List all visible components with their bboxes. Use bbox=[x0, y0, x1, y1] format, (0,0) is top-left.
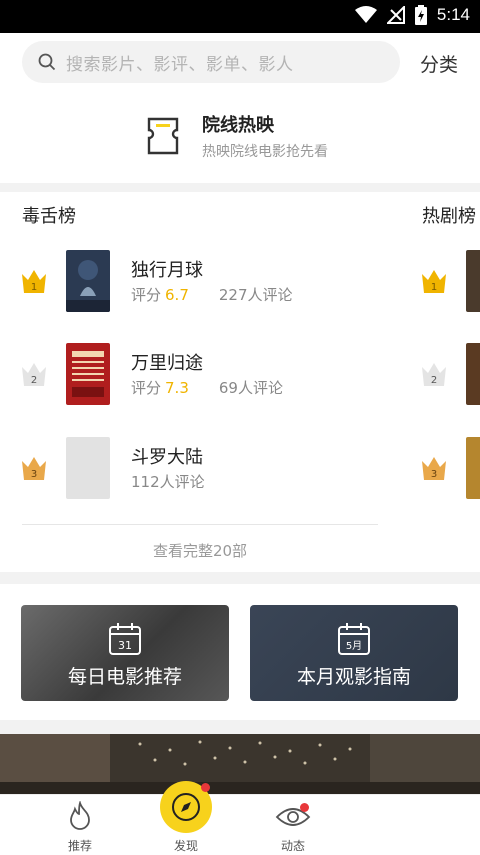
rank-lists: 毒舌榜 1 独行月球 评分 6.7 227人评论 2 万里归途 评分 7.3 69人评论… bbox=[0, 192, 480, 572]
crown-rank-number: 1 bbox=[431, 282, 437, 293]
tab-discover[interactable]: 发现 bbox=[156, 835, 216, 854]
gold-crown-icon: 1 bbox=[22, 270, 46, 293]
bronze-crown-icon: 3 bbox=[422, 457, 446, 480]
tab-label: 推荐 bbox=[67, 839, 92, 853]
movie-name: 万里归途 bbox=[131, 353, 203, 374]
status-bar: 5:14 bbox=[0, 0, 480, 33]
battery-charging-icon bbox=[414, 5, 427, 25]
cinema-title: 院线热映 bbox=[202, 115, 274, 136]
bottom-tab-bar: 推荐 发现 动态 bbox=[0, 781, 480, 855]
daily-recommendation-card[interactable]: 31 每日电影推荐 bbox=[21, 605, 229, 701]
rank-item[interactable]: 3 斗罗大陆 112人评论 bbox=[0, 437, 400, 499]
rank-item[interactable]: 2 bbox=[400, 343, 480, 405]
tab-label: 动态 bbox=[280, 839, 305, 853]
poster-image bbox=[466, 343, 480, 405]
guide-label: 本月观影指南 bbox=[296, 666, 411, 688]
crown-rank-number: 1 bbox=[31, 282, 37, 293]
calendar-icon: 31 bbox=[109, 623, 141, 655]
movie-name: 斗罗大陆 bbox=[131, 447, 203, 468]
silver-crown-icon: 2 bbox=[422, 363, 446, 386]
guide-section: 31 每日电影推荐 5月 本月观影指南 bbox=[0, 584, 480, 720]
crown-rank-number: 3 bbox=[31, 469, 37, 480]
search-placeholder: 搜索影片、影评、影单、影人 bbox=[66, 54, 294, 75]
score-label: 评分 bbox=[131, 379, 162, 397]
poster-placeholder bbox=[66, 437, 110, 499]
rank-item[interactable]: 3 bbox=[400, 437, 480, 499]
discover-button[interactable] bbox=[160, 781, 212, 833]
crown-rank-number: 3 bbox=[431, 469, 437, 480]
view-all-link[interactable]: 查看完整20部 bbox=[0, 540, 400, 561]
calendar-icon: 5月 bbox=[338, 623, 370, 655]
search-input[interactable]: 搜索影片、影评、影单、影人 bbox=[22, 41, 400, 83]
calendar-day-number: 31 bbox=[118, 639, 132, 652]
movie-meta: 评分 7.3 69人评论 bbox=[131, 377, 283, 398]
rank-title[interactable]: 毒舌榜 bbox=[22, 202, 76, 228]
bronze-crown-icon: 3 bbox=[22, 457, 46, 480]
comment-count: 69人评论 bbox=[218, 379, 283, 397]
movie-meta: 评分 6.7 227人评论 bbox=[131, 284, 293, 305]
movie-name: 独行月球 bbox=[131, 260, 203, 281]
rank-card-reju: 热剧榜 1 2 3 bbox=[400, 192, 480, 572]
movie-meta: 112人评论 bbox=[131, 471, 205, 492]
gold-crown-icon: 1 bbox=[422, 270, 446, 293]
rank-item[interactable]: 2 万里归途 评分 7.3 69人评论 bbox=[0, 343, 400, 405]
cinema-entry[interactable]: 院线热映 热映院线电影抢先看 bbox=[146, 111, 328, 161]
score-value: 6.7 bbox=[165, 286, 189, 304]
comment-count: 227人评论 bbox=[218, 286, 293, 304]
wifi-icon bbox=[354, 6, 377, 23]
poster-image bbox=[66, 250, 110, 312]
rank-card-duoshe: 毒舌榜 1 独行月球 评分 6.7 227人评论 2 万里归途 评分 7.3 69人评论… bbox=[0, 192, 400, 572]
tab-label: 发现 bbox=[173, 839, 198, 853]
poster-image bbox=[466, 437, 480, 499]
notification-dot bbox=[201, 783, 210, 792]
status-time: 5:14 bbox=[436, 5, 470, 24]
flame-icon bbox=[70, 799, 90, 830]
calendar-month-number: 5月 bbox=[346, 640, 362, 652]
signal-off-icon bbox=[386, 6, 405, 24]
header: 搜索影片、影评、影单、影人 分类 院线热映 热映院线电影抢先看 bbox=[0, 33, 480, 183]
ticket-icon bbox=[147, 117, 179, 155]
rank-title[interactable]: 热剧榜 bbox=[422, 202, 476, 228]
comment-count: 112人评论 bbox=[131, 473, 205, 491]
score-label: 评分 bbox=[131, 286, 162, 304]
tab-recommend[interactable]: 推荐 bbox=[50, 799, 110, 854]
tab-feed[interactable]: 动态 bbox=[263, 801, 323, 854]
search-icon bbox=[38, 53, 56, 71]
guide-label: 每日电影推荐 bbox=[67, 666, 182, 688]
divider bbox=[22, 524, 378, 525]
poster-image bbox=[466, 250, 480, 312]
poster-image bbox=[66, 343, 110, 405]
crown-rank-number: 2 bbox=[31, 375, 37, 386]
monthly-guide-card[interactable]: 5月 本月观影指南 bbox=[250, 605, 458, 701]
category-button[interactable]: 分类 bbox=[420, 50, 458, 77]
crown-rank-number: 2 bbox=[431, 375, 437, 386]
banner-image[interactable] bbox=[0, 734, 480, 794]
rank-item[interactable]: 1 独行月球 评分 6.7 227人评论 bbox=[0, 250, 400, 312]
rank-item[interactable]: 1 bbox=[400, 250, 480, 312]
notification-dot bbox=[300, 803, 309, 812]
silver-crown-icon: 2 bbox=[22, 363, 46, 386]
score-value: 7.3 bbox=[165, 379, 189, 397]
cinema-subtitle: 热映院线电影抢先看 bbox=[202, 144, 328, 160]
banner-picture bbox=[0, 734, 480, 794]
